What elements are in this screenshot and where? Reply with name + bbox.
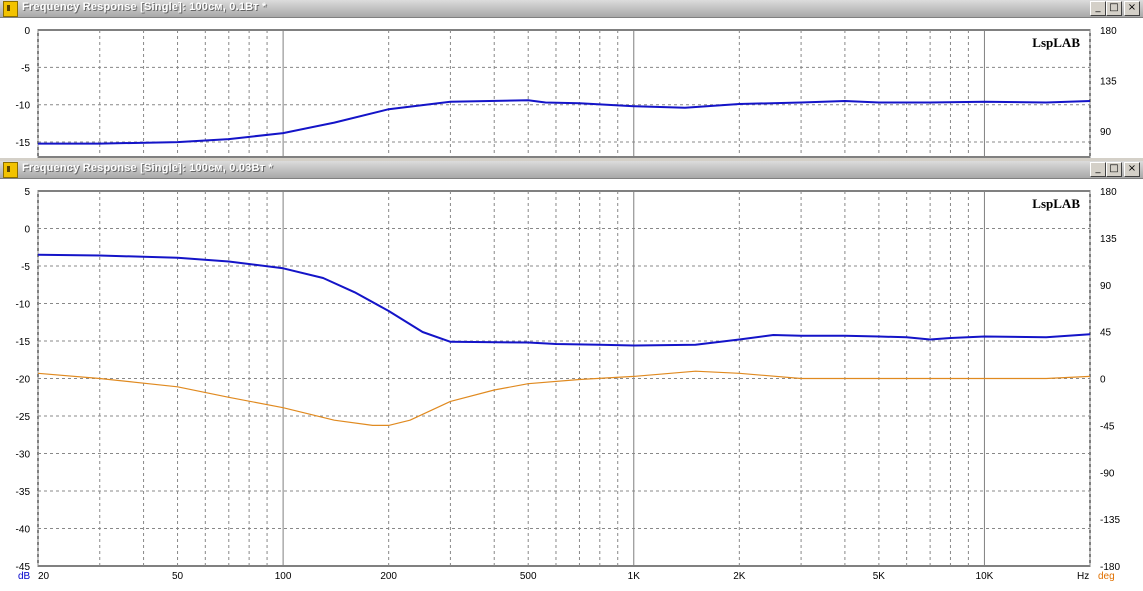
y-right-tick-label: 135 <box>1100 77 1117 88</box>
y-left-tick-label: -5 <box>21 63 30 74</box>
y-left-tick-label: -5 <box>21 262 30 273</box>
y-left-tick-label: -20 <box>16 375 31 386</box>
x-tick-label: 100 <box>275 571 292 582</box>
minimize-button[interactable]: _ <box>1090 1 1106 16</box>
top-plot-frame <box>37 29 1091 158</box>
maximize-button[interactable]: □ <box>1106 1 1122 16</box>
y-left-tick-label: -15 <box>16 138 31 149</box>
y-left-tick-label: -25 <box>16 412 31 423</box>
top-window-titlebar[interactable]: Frequency Response [Single]: 100см, 0.1В… <box>0 0 1143 18</box>
x-tick-label: 20 <box>38 571 50 582</box>
top-brand-label: LspLAB <box>1032 35 1080 50</box>
close-button[interactable]: × <box>1124 1 1140 16</box>
y-right-tick-label: 90 <box>1100 127 1112 138</box>
minimize-button[interactable]: _ <box>1090 162 1106 177</box>
y-left-tick-label: 5 <box>24 187 30 198</box>
y-right-tick-label: 0 <box>1100 375 1106 386</box>
x-tick-label: 50 <box>172 571 184 582</box>
y-right-tick-label: 90 <box>1100 281 1112 292</box>
y-right-tick-label: -90 <box>1100 468 1115 479</box>
y-right-tick-label: 180 <box>1100 187 1117 198</box>
y-left-tick-label: -35 <box>16 487 31 498</box>
bottom-window-titlebar[interactable]: Frequency Response [Single]: 100см, 0.03… <box>0 161 1143 179</box>
y-left-tick-label: 0 <box>24 26 30 37</box>
y-right-tick-label: -135 <box>1100 515 1120 526</box>
bottom-frequency-response-window: Frequency Response [Single]: 100см, 0.03… <box>0 161 1143 591</box>
y-left-unit-label: dB <box>18 571 31 582</box>
close-button[interactable]: × <box>1124 162 1140 177</box>
speaker-icon <box>3 1 18 17</box>
y-left-tick-label: -30 <box>16 450 31 461</box>
speaker-icon <box>3 162 18 178</box>
y-right-tick-label: 135 <box>1100 234 1117 245</box>
bottom-window-title: Frequency Response [Single]: 100см, 0.03… <box>22 162 273 174</box>
y-right-tick-label: 45 <box>1100 328 1112 339</box>
top-frequency-plot[interactable]: 0 -5 -10 -15 180 135 90 LspLAB <box>0 18 1143 158</box>
y-left-tick-label: 0 <box>24 225 30 236</box>
y-left-tick-label: -10 <box>16 101 31 112</box>
x-tick-label: 200 <box>380 571 397 582</box>
x-tick-label: 1K <box>628 571 641 582</box>
y-left-tick-label: -10 <box>16 300 31 311</box>
y-right-tick-label: -45 <box>1100 421 1115 432</box>
x-unit-label: Hz <box>1077 571 1089 582</box>
bottom-brand-label: LspLAB <box>1032 196 1080 211</box>
top-frequency-response-window: Frequency Response [Single]: 100см, 0.1В… <box>0 0 1143 158</box>
x-tick-label: 2K <box>733 571 746 582</box>
top-window-title: Frequency Response [Single]: 100см, 0.1В… <box>22 1 267 13</box>
maximize-button[interactable]: □ <box>1106 162 1122 177</box>
y-right-unit-label: deg <box>1098 571 1115 582</box>
y-right-tick-label: 180 <box>1100 26 1117 37</box>
x-tick-label: 500 <box>520 571 537 582</box>
x-tick-label: 10K <box>976 571 994 582</box>
x-tick-label: 5K <box>873 571 886 582</box>
y-left-tick-label: -40 <box>16 525 31 536</box>
y-left-tick-label: -15 <box>16 337 31 348</box>
bottom-frequency-plot[interactable]: 50-5-10-15-20-25-30-35-40-4518013590450-… <box>0 179 1143 591</box>
